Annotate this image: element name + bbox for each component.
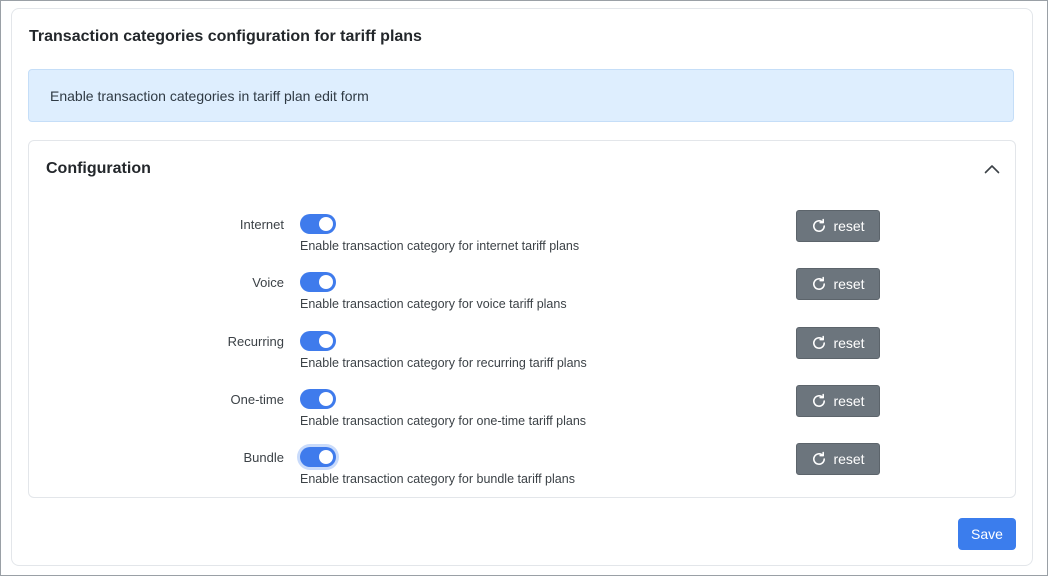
reset-button-internet[interactable]: reset [796,210,880,242]
toggle-switch-one-time[interactable] [300,389,336,409]
setting-row-recurring: Recurring Enable transaction category fo… [29,327,1015,384]
settings-card: Transaction categories configuration for… [11,8,1033,566]
toggle-switch-bundle[interactable] [300,447,336,467]
reset-button-recurring[interactable]: reset [796,327,880,359]
setting-help-text: Enable transaction category for internet… [300,239,580,253]
setting-help-text: Enable transaction category for voice ta… [300,297,567,311]
configuration-title: Configuration [46,160,151,177]
reset-button-label: reset [833,218,865,234]
reset-button-one-time[interactable]: reset [796,385,880,417]
toggle-switch-recurring[interactable] [300,331,336,351]
setting-row-one-time: One-time Enable transaction category for… [29,385,1015,442]
window-frame: Transaction categories configuration for… [0,0,1048,576]
reset-button-label: reset [833,393,865,409]
setting-help-text: Enable transaction category for bundle t… [300,472,575,486]
setting-label: Bundle [243,450,284,465]
toggle-knob [319,450,333,464]
setting-label: Internet [239,217,284,232]
reset-icon [811,335,827,351]
reset-button-bundle[interactable]: reset [796,443,880,475]
chevron-up-icon [984,165,1000,174]
setting-row-bundle: Bundle Enable transaction category for b… [29,443,1015,500]
setting-label: Voice [252,275,284,290]
configuration-panel: Configuration Internet Enable transactio… [28,140,1016,498]
reset-button-label: reset [833,451,865,467]
toggle-switch-internet[interactable] [300,214,336,234]
reset-icon [811,218,827,234]
toggle-knob [319,275,333,289]
setting-row-internet: Internet Enable transaction category for… [29,210,1015,267]
reset-icon [811,393,827,409]
reset-button-voice[interactable]: reset [796,268,880,300]
reset-icon [811,276,827,292]
setting-help-text: Enable transaction category for one-time… [300,414,587,428]
setting-row-voice: Voice Enable transaction category for vo… [29,268,1015,325]
setting-help-text: Enable transaction category for recurrin… [300,356,587,370]
toggle-knob [319,217,333,231]
info-banner: Enable transaction categories in tariff … [28,69,1014,122]
reset-button-label: reset [833,335,865,351]
setting-label: Recurring [227,334,284,349]
setting-label: One-time [230,392,284,407]
toggle-switch-voice[interactable] [300,272,336,292]
collapse-button[interactable] [981,158,1003,180]
save-button[interactable]: Save [958,518,1016,550]
reset-icon [811,451,827,467]
toggle-knob [319,392,333,406]
reset-button-label: reset [833,276,865,292]
page-title: Transaction categories configuration for… [29,28,422,45]
toggle-knob [319,334,333,348]
info-banner-text: Enable transaction categories in tariff … [50,87,369,104]
